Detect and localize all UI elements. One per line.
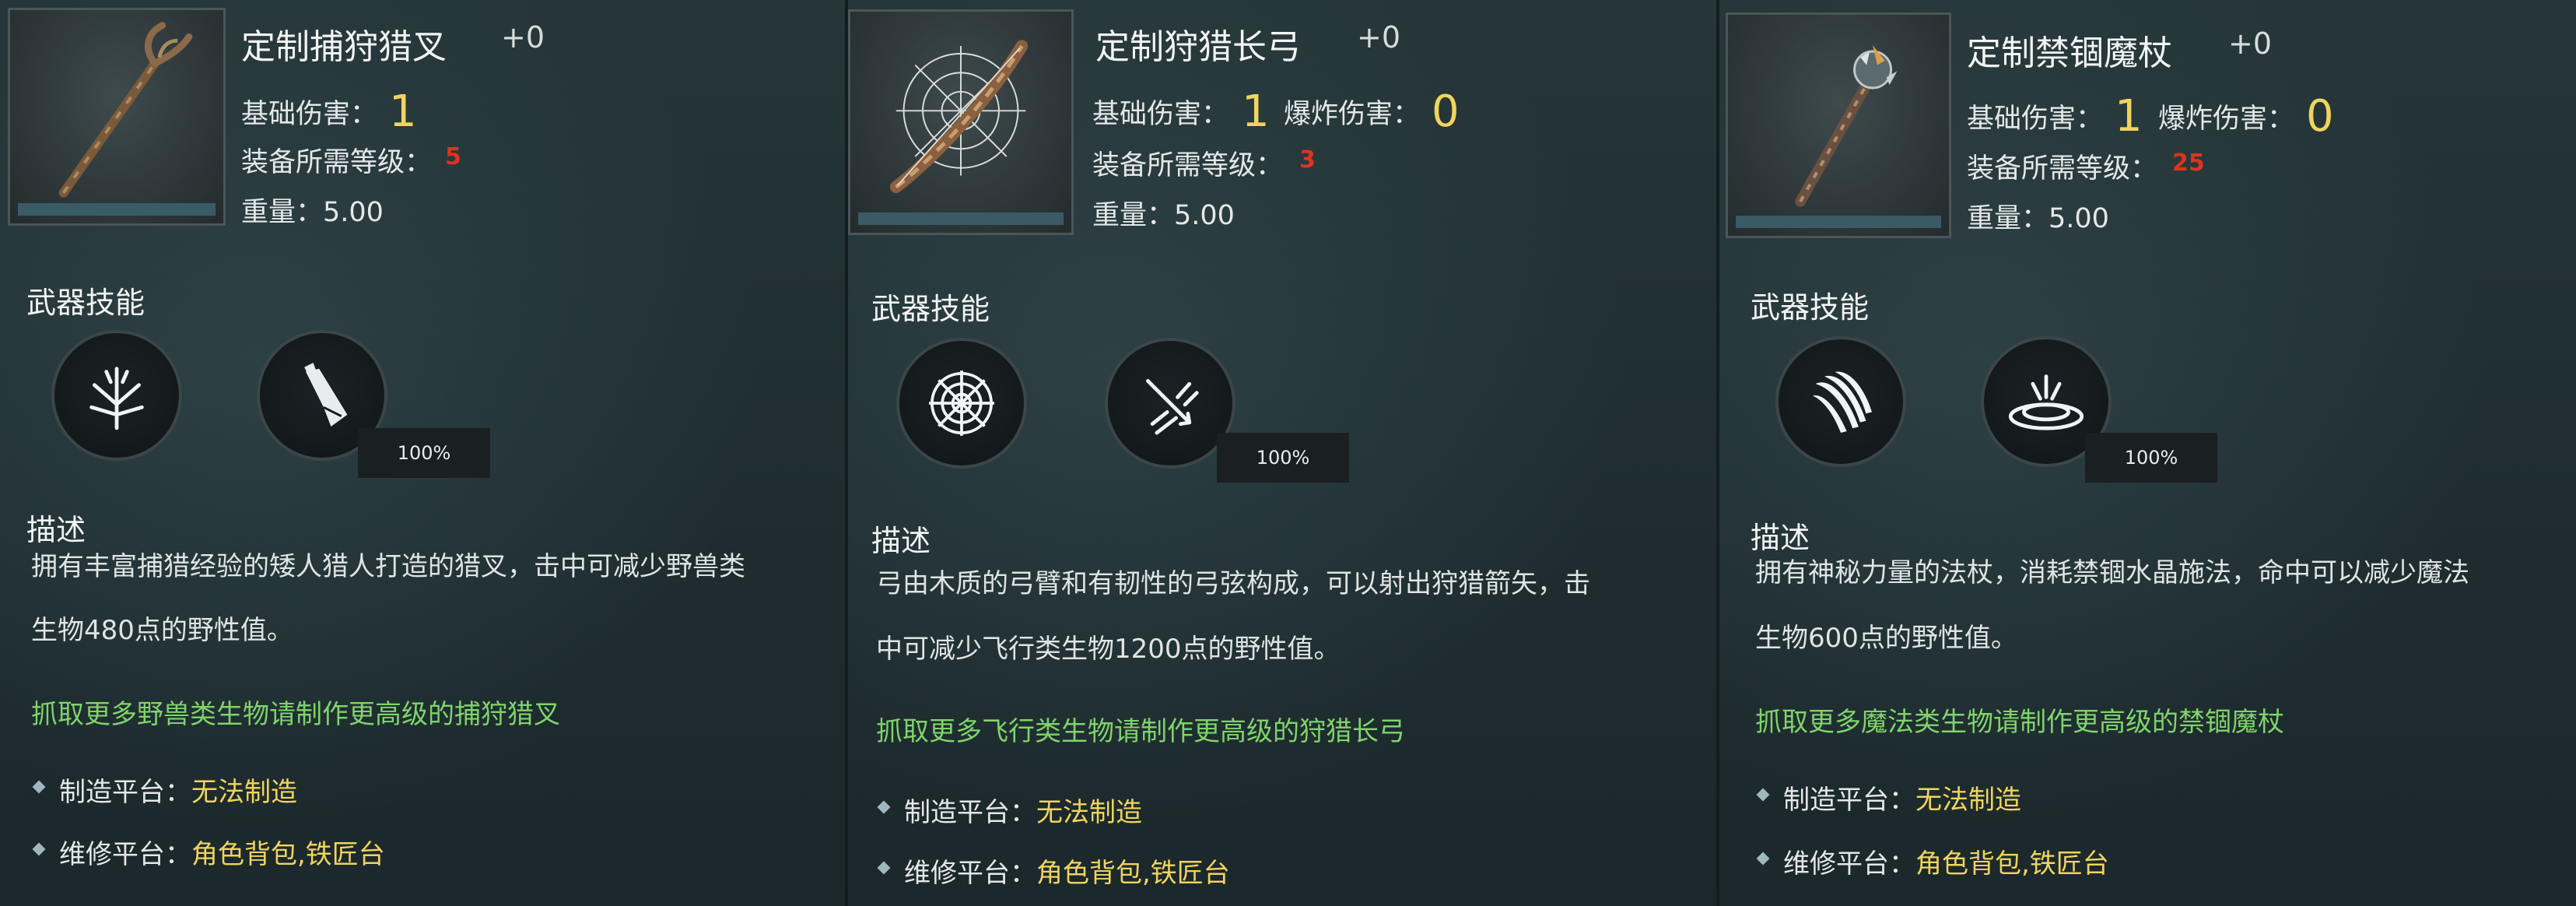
hunting-fork-icon [58, 22, 193, 198]
bullet-diamond-icon [1756, 788, 1770, 802]
enhance-level: +0 [1357, 20, 1401, 54]
craft-platform-row: 制造平台：无法制造 [1756, 778, 2021, 816]
craft-platform-row: 制造平台：无法制造 [877, 791, 1142, 829]
hunting-bow-icon [889, 40, 1029, 194]
item-name: 定制狩猎长弓 [1095, 27, 1301, 67]
weight-label: 重量：5.00 [1967, 203, 2109, 234]
craft-platform-value: 无法制造 [191, 777, 297, 808]
item-card-hunting-fork: 定制捕狩猎叉 +0 基础伤害： 1 装备所需等级： 5 重量：5.00 武器技能 [0, 0, 848, 906]
repair-platform-value: 角色背包,铁匠台 [1915, 848, 2109, 880]
craft-platform-value: 无法制造 [1036, 797, 1142, 828]
skill-slot-1[interactable] [1775, 336, 1906, 467]
enhance-level: +0 [2228, 26, 2273, 61]
weight-value: 5.00 [2049, 203, 2109, 234]
base-damage-label: 基础伤害： [1092, 99, 1229, 130]
item-card-magic-staff: 定制禁锢魔杖 +0 基础伤害： 1 爆炸伤害： 0 装备所需等级： 25 重量：… [1719, 0, 2576, 906]
bullet-diamond-icon [877, 861, 891, 875]
enhance-level: +0 [501, 20, 545, 54]
bullet-diamond-icon [32, 780, 46, 794]
required-level-label: 装备所需等级： [1967, 153, 2158, 184]
weapon-skills-heading: 武器技能 [871, 292, 990, 326]
explosion-damage-label: 爆炸伤害： [2158, 104, 2295, 135]
repair-platform-row: 维修平台：角色背包,铁匠台 [32, 833, 385, 871]
item-name: 定制捕狩猎叉 [241, 27, 447, 67]
skill-cooldown: 100% [358, 428, 490, 478]
description-line-1: 拥有神秘力量的法杖，消耗禁锢水晶施法，命中可以减少魔法 [1755, 557, 2469, 588]
skill-cooldown: 100% [1217, 433, 1349, 483]
craft-platform-value: 无法制造 [1915, 785, 2021, 816]
weight-label: 重量：5.00 [241, 197, 384, 228]
thumbnail-base [1736, 216, 1941, 228]
claw-slash-icon [1812, 371, 1872, 433]
description-line-2: 中可减少飞行类生物1200点的野性值。 [876, 634, 1341, 665]
explosion-damage-value: 0 [2306, 91, 2334, 142]
thumbnail-base [858, 212, 1064, 225]
weight-value: 5.00 [1174, 200, 1235, 231]
item-name: 定制禁锢魔杖 [1967, 33, 2172, 73]
frost-burst-icon [89, 367, 144, 430]
bullet-diamond-icon [877, 800, 891, 814]
bullet-diamond-icon [1756, 852, 1770, 866]
base-damage-value: 1 [1242, 86, 1270, 137]
item-card-hunting-bow: 定制狩猎长弓 +0 基础伤害： 1 爆炸伤害： 0 装备所需等级： 3 重量：5… [848, 0, 1719, 906]
repair-platform-row: 维修平台：角色背包,铁匠台 [1756, 842, 2109, 880]
required-level-value: 3 [1299, 146, 1316, 174]
description-heading: 描述 [871, 524, 931, 558]
weight-label: 重量：5.00 [1092, 200, 1235, 231]
description-line-2: 生物600点的野性值。 [1755, 623, 2017, 654]
explosion-damage-value: 0 [1432, 86, 1460, 137]
item-thumbnail [848, 9, 1074, 235]
description-line-1: 拥有丰富捕猎经验的矮人猎人打造的猎叉，击中可减少野兽类 [31, 551, 745, 582]
required-level-value: 5 [445, 143, 461, 170]
upgrade-hint: 抓取更多魔法类生物请制作更高级的禁锢魔杖 [1755, 707, 2284, 738]
craft-platform-row: 制造平台：无法制造 [32, 771, 297, 809]
required-level-label: 装备所需等级： [1092, 150, 1284, 181]
upgrade-hint: 抓取更多野兽类生物请制作更高级的捕狩猎叉 [31, 699, 560, 730]
base-damage-label: 基础伤害： [241, 99, 378, 130]
thumbnail-base [18, 203, 216, 216]
required-level-value: 25 [2172, 149, 2205, 177]
skill-slot-1[interactable] [51, 330, 182, 461]
skill-cooldown: 100% [2085, 433, 2217, 483]
explosion-damage-label: 爆炸伤害： [1284, 99, 1421, 130]
item-thumbnail [8, 8, 226, 226]
repair-platform-row: 维修平台：角色背包,铁匠台 [877, 852, 1230, 890]
bullet-diamond-icon [32, 842, 46, 856]
base-damage-label: 基础伤害： [1967, 104, 2104, 135]
skill-slot-2[interactable] [1105, 338, 1235, 469]
description-line-1: 弓由木质的弓臂和有韧性的弓弦构成，可以射出狩猎箭矢，击 [876, 568, 1590, 599]
item-thumbnail [1726, 12, 1951, 238]
required-level-label: 装备所需等级： [241, 147, 433, 178]
weight-value: 5.00 [323, 197, 384, 228]
weapon-skills-heading: 武器技能 [1751, 290, 1870, 325]
repair-platform-value: 角色背包,铁匠台 [1036, 858, 1230, 889]
skill-slot-1[interactable] [896, 338, 1027, 469]
arrow-volley-icon [1146, 379, 1199, 435]
description-line-2: 生物480点的野性值。 [31, 615, 293, 646]
weapon-skills-heading: 武器技能 [26, 286, 145, 320]
item-tooltips: 定制捕狩猎叉 +0 基础伤害： 1 装备所需等级： 5 重量：5.00 武器技能 [0, 0, 2576, 906]
base-damage-value: 1 [389, 86, 417, 137]
spider-web-icon [929, 370, 994, 436]
upgrade-hint: 抓取更多飞行类生物请制作更高级的狩猎长弓 [876, 716, 1405, 747]
base-damage-value: 1 [2115, 91, 2143, 142]
magic-staff-icon [1795, 45, 1898, 207]
repair-platform-value: 角色背包,铁匠台 [191, 839, 385, 870]
